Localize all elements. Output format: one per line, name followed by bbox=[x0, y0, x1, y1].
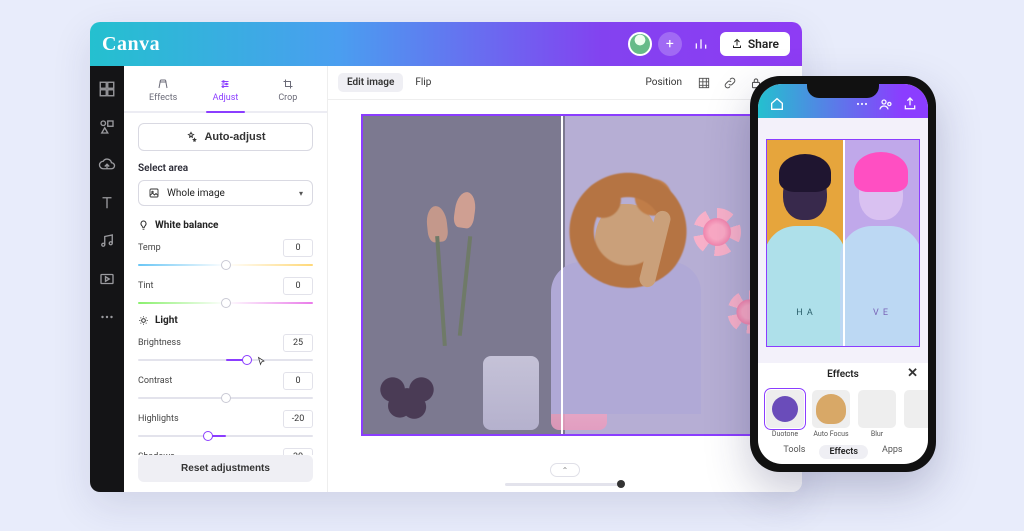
compare-divider[interactable] bbox=[561, 116, 563, 434]
analytics-icon[interactable] bbox=[688, 31, 714, 57]
text-icon[interactable] bbox=[98, 194, 116, 212]
elements-icon[interactable] bbox=[98, 118, 116, 136]
top-bar: Canva + Share bbox=[90, 22, 802, 66]
edit-image-button[interactable]: Edit image bbox=[338, 73, 403, 92]
group-white-balance: White balance bbox=[138, 220, 313, 231]
desktop-window: Canva + Share Effects bbox=[90, 22, 802, 492]
share-label: Share bbox=[748, 37, 779, 51]
mobile-effects-header: Effects ✕ bbox=[758, 363, 928, 385]
add-button[interactable]: + bbox=[658, 32, 682, 56]
tab-effects[interactable]: Effects bbox=[132, 74, 194, 111]
videos-icon[interactable] bbox=[98, 270, 116, 288]
grapes-decor bbox=[371, 368, 443, 422]
effect-duotone[interactable]: Duotone bbox=[766, 390, 804, 438]
audio-icon[interactable] bbox=[98, 232, 116, 250]
person-decor bbox=[543, 154, 713, 414]
avatar[interactable] bbox=[628, 32, 652, 56]
zoom-slider[interactable] bbox=[505, 483, 625, 486]
adjust-panel: Effects Adjust Crop Auto-adjust Select a… bbox=[124, 66, 328, 492]
canvas-area: Edit image Flip Position bbox=[328, 66, 802, 492]
more-icon[interactable] bbox=[98, 308, 116, 326]
slider-highlights[interactable]: Highlights-20 bbox=[138, 410, 313, 441]
effect-autofocus[interactable]: Auto Focus bbox=[812, 390, 850, 438]
logo: Canva bbox=[102, 33, 160, 56]
tab-tools[interactable]: Tools bbox=[783, 445, 805, 459]
link-icon[interactable] bbox=[720, 73, 740, 93]
effect-blur[interactable]: Blur bbox=[858, 390, 896, 438]
home-icon[interactable] bbox=[768, 96, 786, 112]
mobile-canvas-image[interactable]: H A V E bbox=[766, 139, 920, 347]
tab-crop[interactable]: Crop bbox=[257, 74, 319, 111]
phone-frame: H A V E Effects ✕ Duotone Auto Focus Blu… bbox=[750, 76, 936, 472]
export-icon[interactable] bbox=[902, 96, 918, 112]
mobile-effects-list: Duotone Auto Focus Blur bbox=[758, 385, 928, 441]
select-area-dropdown[interactable]: Whole image ▾ bbox=[138, 180, 313, 206]
slider-shadows[interactable]: Shadows30 bbox=[138, 448, 313, 455]
tab-adjust[interactable]: Adjust bbox=[194, 74, 256, 111]
position-button[interactable]: Position bbox=[640, 73, 688, 92]
flip-button[interactable]: Flip bbox=[409, 73, 437, 92]
more-icon[interactable] bbox=[854, 96, 870, 112]
tab-effects[interactable]: Effects bbox=[819, 445, 867, 459]
slider-contrast[interactable]: Contrast0 bbox=[138, 372, 313, 403]
phone-notch bbox=[807, 84, 879, 98]
close-icon[interactable]: ✕ bbox=[907, 366, 918, 381]
page-handle[interactable]: ⌃ bbox=[550, 463, 580, 477]
transparency-icon[interactable] bbox=[694, 73, 714, 93]
tab-apps[interactable]: Apps bbox=[882, 445, 903, 459]
collaborate-icon[interactable] bbox=[878, 96, 894, 112]
slider-temp[interactable]: Temp0 bbox=[138, 239, 313, 270]
mobile-bottom-tabs: Tools Effects Apps bbox=[758, 441, 928, 464]
uploads-icon[interactable] bbox=[98, 156, 116, 174]
slider-tint[interactable]: Tint0 bbox=[138, 277, 313, 308]
chevron-down-icon: ▾ bbox=[299, 189, 303, 198]
canvas-toolbar: Edit image Flip Position bbox=[328, 66, 802, 100]
auto-adjust-button[interactable]: Auto-adjust bbox=[138, 123, 313, 151]
compare-divider[interactable] bbox=[843, 140, 845, 346]
slider-brightness[interactable]: Brightness25 bbox=[138, 334, 313, 365]
flower-decor bbox=[693, 208, 741, 256]
group-light: Light bbox=[138, 315, 313, 326]
adjust-tab-bar: Effects Adjust Crop bbox=[124, 66, 327, 113]
cursor-icon bbox=[256, 356, 268, 368]
canvas-image[interactable] bbox=[361, 114, 769, 436]
select-area-label: Select area bbox=[138, 163, 313, 174]
effect-more[interactable] bbox=[904, 390, 928, 438]
share-button[interactable]: Share bbox=[720, 32, 790, 56]
reset-adjustments-button[interactable]: Reset adjustments bbox=[138, 455, 313, 482]
side-rail bbox=[90, 66, 124, 492]
templates-icon[interactable] bbox=[98, 80, 116, 98]
